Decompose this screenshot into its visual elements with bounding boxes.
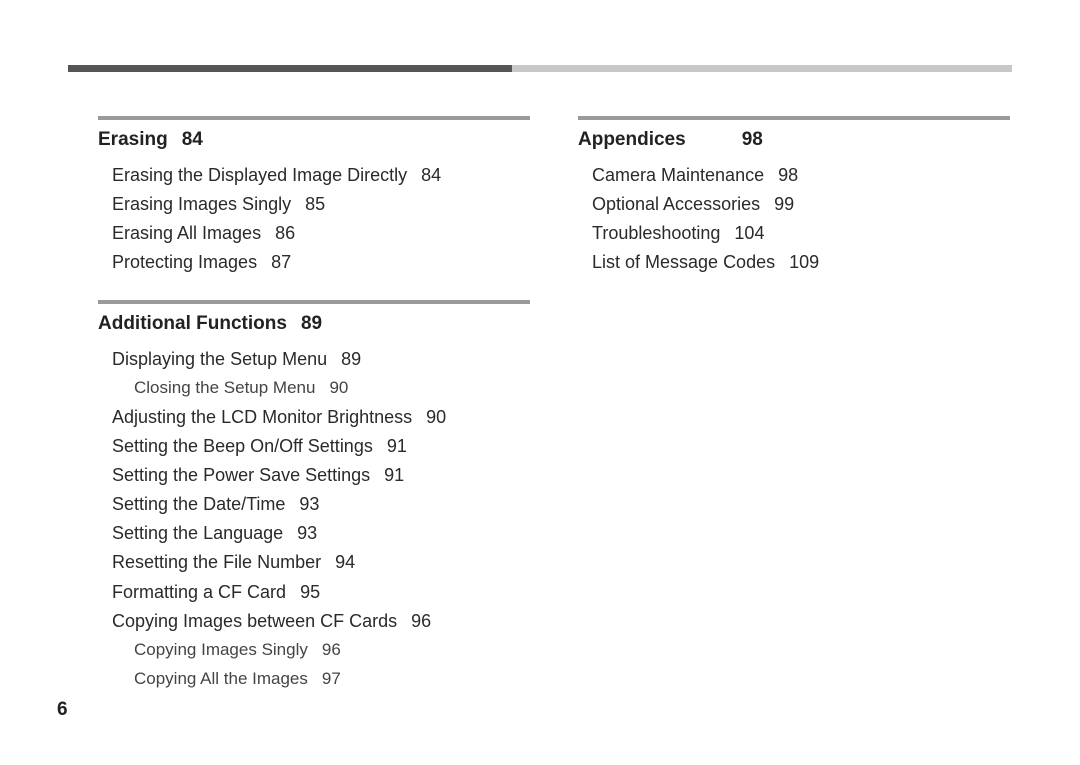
entry-title: Resetting the File Number [112,552,321,572]
entry-page: 90 [329,378,348,397]
entry-title: Protecting Images [112,252,257,272]
page-number: 6 [57,699,68,721]
toc-section: Erasing84Erasing the Displayed Image Dir… [98,116,530,278]
section-heading: Erasing 84 [98,129,530,151]
toc-entry: Copying Images between CF Cards 96 [98,607,530,636]
toc-entry: Troubleshooting 104 [578,219,1010,248]
section-divider [98,116,530,120]
section-divider [578,116,1010,120]
entry-page: 84 [421,165,441,185]
entry-page: 93 [297,523,317,543]
toc-section: Appendices 98 Camera Maintenance 98 Optional… [578,116,1010,278]
entry-title: Closing the Setup Menu [134,378,315,397]
entry-title: Setting the Date/Time [112,494,285,514]
page: Erasing84Erasing the Displayed Image Dir… [0,0,1080,765]
toc-entry: Optional Accessories 99 [578,190,1010,219]
entry-title: Adjusting the LCD Monitor Brightness [112,407,412,427]
toc-entry: Displaying the Setup Menu 89 [98,345,530,374]
entry-title: Camera Maintenance [592,165,764,185]
entry-page: 87 [271,252,291,272]
toc-entry: Camera Maintenance 98 [578,161,1010,190]
toc-entry: Setting the Beep On/Off Settings 91 [98,432,530,461]
toc-entry: Setting the Date/Time 93 [98,490,530,519]
entry-title: Erasing All Images [112,223,261,243]
entry-title: Copying Images Singly [134,640,308,659]
entry-page: 96 [322,640,341,659]
section-title: Erasing [98,129,168,150]
section-divider [98,300,530,304]
entry-page: 97 [322,669,341,688]
entry-title: Copying All the Images [134,669,308,688]
toc-subentry: Copying All the Images 97 [98,665,530,694]
toc-entry: Formatting a CF Card 95 [98,578,530,607]
section-page: 89 [301,313,322,334]
toc-subentry: Closing the Setup Menu 90 [98,374,530,403]
entry-page: 90 [426,407,446,427]
toc-entry: Erasing Images Singly 85 [98,190,530,219]
content-columns: Erasing84Erasing the Displayed Image Dir… [98,116,1010,735]
section-heading: Additional Functions 89 [98,313,530,335]
entry-page: 104 [734,223,764,243]
entry-title: Setting the Beep On/Off Settings [112,436,373,456]
entry-page: 94 [335,552,355,572]
section-heading: Appendices 98 [578,129,1010,151]
toc-entry: Erasing the Displayed Image Directly 84 [98,161,530,190]
entry-page: 91 [387,436,407,456]
toc-entry: Setting the Power Save Settings 91 [98,461,530,490]
section-title: Additional Functions [98,313,287,334]
section-title: Appendices [578,129,686,150]
toc-entry: Adjusting the LCD Monitor Brightness 90 [98,403,530,432]
entry-title: List of Message Codes [592,252,775,272]
entry-title: Setting the Power Save Settings [112,465,370,485]
left-column: Erasing84Erasing the Displayed Image Dir… [98,116,530,735]
entry-page: 91 [384,465,404,485]
top-divider-dark [68,65,512,72]
toc-section: Additional Functions89Displaying the Set… [98,300,530,694]
toc-entry: Setting the Language 93 [98,519,530,548]
toc-subentry: Copying Images Singly 96 [98,636,530,665]
toc-entry: Resetting the File Number 94 [98,548,530,577]
entry-page: 99 [774,194,794,214]
section-page: 98 [742,129,763,150]
entry-page: 95 [300,582,320,602]
entry-title: Optional Accessories [592,194,760,214]
entry-title: Troubleshooting [592,223,720,243]
section-page: 84 [182,129,203,150]
top-divider [68,65,1012,72]
entry-page: 86 [275,223,295,243]
toc-entry: List of Message Codes 109 [578,248,1010,277]
entry-page: 85 [305,194,325,214]
right-column: Appendices 98 Camera Maintenance 98 Optional… [578,116,1010,735]
entry-title: Formatting a CF Card [112,582,286,602]
toc-entry: Protecting Images 87 [98,248,530,277]
entry-title: Erasing the Displayed Image Directly [112,165,407,185]
entry-page: 89 [341,349,361,369]
entry-page: 98 [778,165,798,185]
entry-title: Setting the Language [112,523,283,543]
top-divider-light [512,65,1012,72]
entry-page: 96 [411,611,431,631]
entry-title: Copying Images between CF Cards [112,611,397,631]
toc-entry: Erasing All Images 86 [98,219,530,248]
entry-page: 109 [789,252,819,272]
entry-page: 93 [299,494,319,514]
entry-title: Erasing Images Singly [112,194,291,214]
entry-title: Displaying the Setup Menu [112,349,327,369]
